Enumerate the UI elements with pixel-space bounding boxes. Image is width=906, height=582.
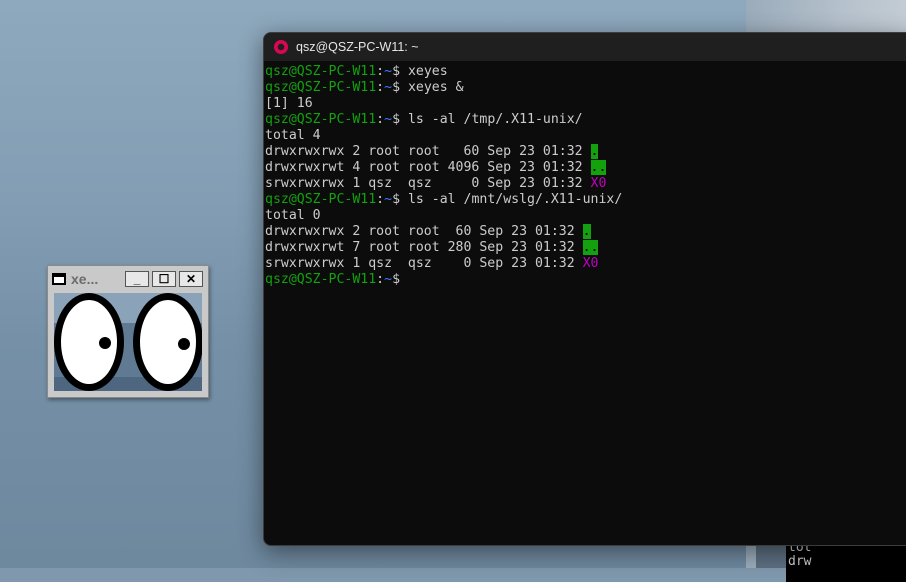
- terminal-segment: drwxrwxrwx 2 root root 60 Sep 23 01:32: [265, 144, 591, 159]
- terminal-segment: total 0: [265, 208, 321, 223]
- terminal-segment: .: [582, 224, 591, 239]
- terminal-segment: drwxrwxrwt 4 root root 4096 Sep 23 01:32: [265, 160, 591, 175]
- terminal-segment: qsz@QSZ-PC-W11: [265, 192, 377, 207]
- terminal-segment: :: [376, 80, 385, 95]
- terminal-segment: $ xeyes: [392, 64, 448, 79]
- terminal-line: qsz@QSZ-PC-W11:~$: [265, 272, 906, 288]
- terminal-segment: [1] 16: [265, 96, 313, 111]
- terminal-line: qsz@QSZ-PC-W11:~$ xeyes: [265, 64, 906, 80]
- terminal-line: qsz@QSZ-PC-W11:~$ xeyes &: [265, 80, 906, 96]
- terminal-segment: srwxrwxrwx 1 qsz qsz 0 Sep 23 01:32: [265, 256, 583, 271]
- terminal-segment: ~: [384, 192, 393, 207]
- terminal-line: [1] 16: [265, 96, 906, 112]
- minimize-button[interactable]: _: [125, 271, 149, 287]
- terminal-segment: :: [376, 192, 385, 207]
- terminal-segment: ..: [582, 240, 599, 255]
- terminal-segment: $ ls -al /mnt/wslg/.X11-unix/: [392, 192, 623, 207]
- left-pupil: [99, 337, 111, 349]
- xeyes-window[interactable]: xe... _ ☐ ✕: [47, 265, 209, 398]
- terminal-segment: X0: [582, 256, 599, 271]
- terminal-segment: qsz@QSZ-PC-W11: [265, 272, 377, 287]
- terminal-line: srwxrwxrwx 1 qsz qsz 0 Sep 23 01:32 X0: [265, 256, 906, 272]
- terminal-segment: drwxrwxrwt 7 root root 280 Sep 23 01:32: [265, 240, 583, 255]
- terminal-segment: srwxrwxrwx 1 qsz qsz 0 Sep 23 01:32: [265, 176, 591, 191]
- terminal-segment: :: [376, 272, 385, 287]
- terminal-segment: drwxrwxrwx 2 root root 60 Sep 23 01:32: [265, 224, 583, 239]
- terminal-segment: $ ls -al /tmp/.X11-unix/: [392, 112, 583, 127]
- window-icon[interactable]: [52, 273, 66, 285]
- terminal-segment: ..: [590, 160, 607, 175]
- xeyes-title: xe...: [71, 271, 99, 287]
- debian-icon: [274, 40, 288, 54]
- terminal-segment: ~: [384, 64, 393, 79]
- terminal-window[interactable]: qsz@QSZ-PC-W11: ~ qsz@QSZ-PC-W11:~$ xeye…: [263, 32, 906, 546]
- terminal-segment: $: [392, 272, 408, 287]
- terminal-segment: .: [590, 144, 599, 159]
- maximize-button[interactable]: ☐: [152, 271, 176, 287]
- terminal-line: total 0: [265, 208, 906, 224]
- terminal-segment: total 4: [265, 128, 321, 143]
- terminal-line: qsz@QSZ-PC-W11:~$ ls -al /tmp/.X11-unix/: [265, 112, 906, 128]
- terminal-segment: X0: [590, 176, 607, 191]
- terminal-title: qsz@QSZ-PC-W11: ~: [296, 40, 419, 54]
- terminal-segment: ~: [384, 112, 393, 127]
- terminal-line: drwxrwxrwt 4 root root 4096 Sep 23 01:32…: [265, 160, 906, 176]
- terminal-segment: ~: [384, 272, 393, 287]
- xeyes-titlebar[interactable]: xe... _ ☐ ✕: [48, 266, 208, 292]
- terminal-segment: qsz@QSZ-PC-W11: [265, 112, 377, 127]
- terminal-segment: $ xeyes &: [392, 80, 464, 95]
- terminal-line: srwxrwxrwx 1 qsz qsz 0 Sep 23 01:32 X0: [265, 176, 906, 192]
- terminal-segment: :: [376, 112, 385, 127]
- eyes-graphic: [54, 293, 202, 391]
- terminal-output[interactable]: qsz@QSZ-PC-W11:~$ xeyes qsz@QSZ-PC-W11:~$…: [264, 61, 906, 288]
- xeyes-canvas: [54, 293, 202, 391]
- terminal-line: drwxrwxrwt 7 root root 280 Sep 23 01:32 …: [265, 240, 906, 256]
- terminal-line: qsz@QSZ-PC-W11:~$ ls -al /mnt/wslg/.X11-…: [265, 192, 906, 208]
- terminal-line: drwxrwxrwx 2 root root 60 Sep 23 01:32 .: [265, 144, 906, 160]
- terminal-line: total 4: [265, 128, 906, 144]
- terminal-line: drwxrwxrwx 2 root root 60 Sep 23 01:32 .: [265, 224, 906, 240]
- terminal-segment: qsz@QSZ-PC-W11: [265, 80, 377, 95]
- behind-terminal-line: drw: [788, 554, 812, 569]
- close-button[interactable]: ✕: [179, 271, 203, 287]
- terminal-segment: qsz@QSZ-PC-W11: [265, 64, 377, 79]
- right-pupil: [178, 338, 190, 350]
- terminal-segment: ~: [384, 80, 393, 95]
- terminal-titlebar[interactable]: qsz@QSZ-PC-W11: ~: [264, 33, 906, 61]
- terminal-segment: :: [376, 64, 385, 79]
